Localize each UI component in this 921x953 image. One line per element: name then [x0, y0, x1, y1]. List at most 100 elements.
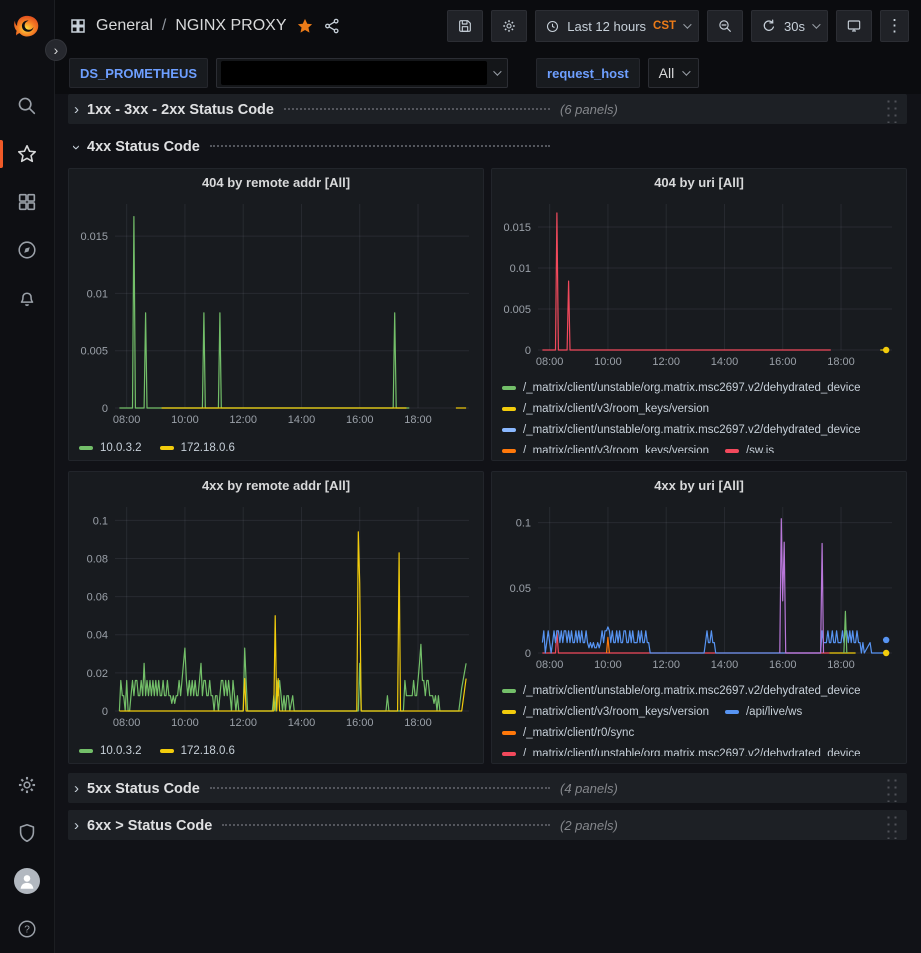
alerting-icon[interactable] — [0, 274, 55, 322]
svg-text:0.05: 0.05 — [510, 583, 531, 595]
avatar[interactable] — [0, 857, 55, 905]
zoom-out-button[interactable] — [707, 10, 743, 42]
request-host-variable-label[interactable]: request_host — [536, 58, 640, 88]
settings-icon[interactable] — [0, 761, 55, 809]
row-drag-handle[interactable] — [884, 96, 899, 123]
legend-item[interactable]: /_matrix/client/unstable/org.matrix.msc2… — [502, 743, 861, 756]
chevron-down-icon — [683, 20, 691, 28]
legend-swatch — [725, 710, 739, 714]
breadcrumb-folder[interactable]: General — [96, 17, 153, 35]
svg-text:16:00: 16:00 — [346, 717, 374, 729]
panel-404-by-uri: 404 by uri [All] 08:0010:0012:0014:0016:… — [491, 168, 907, 461]
svg-text:10:00: 10:00 — [171, 414, 199, 426]
help-icon[interactable]: ? — [0, 905, 55, 953]
breadcrumb-separator: / — [162, 17, 166, 35]
svg-text:18:00: 18:00 — [404, 717, 432, 729]
share-icon[interactable] — [323, 17, 341, 35]
legend-label: /_matrix/client/r0/sync — [523, 727, 634, 739]
legend-item[interactable]: /_matrix/client/v3/room_keys/version — [502, 440, 709, 453]
row-title: 4xx Status Code — [87, 139, 200, 155]
datasource-variable-select[interactable] — [216, 58, 508, 88]
request-host-variable-select[interactable]: All — [648, 58, 700, 88]
legend-item[interactable]: 172.18.0.6 — [160, 437, 235, 458]
svg-text:16:00: 16:00 — [346, 414, 374, 426]
legend-item[interactable]: /_matrix/client/unstable/org.matrix.msc2… — [502, 680, 861, 701]
legend-swatch — [502, 386, 516, 390]
svg-text:18:00: 18:00 — [404, 414, 432, 426]
legend-item[interactable]: /_matrix/client/v3/room_keys/version — [502, 398, 709, 419]
row-5xx[interactable]: › 5xx Status Code (4 panels) — [68, 773, 907, 803]
svg-text:0.01: 0.01 — [510, 263, 531, 275]
legend-item[interactable]: /_matrix/client/v3/room_keys/version — [502, 701, 709, 722]
server-admin-icon[interactable] — [0, 809, 55, 857]
panel-title[interactable]: 4xx by uri [All] — [492, 472, 906, 499]
legend-label: 172.18.0.6 — [181, 442, 235, 454]
legend-label: /_matrix/client/v3/room_keys/version — [523, 706, 709, 718]
redacted-value — [221, 61, 487, 85]
starred-dashboards-icon[interactable] — [0, 130, 55, 178]
timeseries-chart[interactable]: 08:0010:0012:0014:0016:0018:0000.020.040… — [71, 499, 477, 731]
panel-title[interactable]: 4xx by remote addr [All] — [69, 472, 483, 499]
svg-text:08:00: 08:00 — [536, 659, 564, 671]
legend-item[interactable]: /api/live/ws — [725, 701, 802, 722]
chevron-right-icon: › — [74, 817, 79, 834]
panel-title[interactable]: 404 by uri [All] — [492, 169, 906, 196]
panel-title[interactable]: 404 by remote addr [All] — [69, 169, 483, 196]
sidebar: ? — [0, 0, 55, 953]
legend-swatch — [160, 446, 174, 450]
explore-icon[interactable] — [0, 226, 55, 274]
legend-item[interactable]: /_matrix/client/r0/sync — [502, 722, 634, 743]
time-range-picker[interactable]: Last 12 hours CST — [535, 10, 699, 42]
sidebar-expand-button[interactable]: › — [45, 39, 67, 61]
dashboard-scroll-area: › 1xx - 3xx - 2xx Status Code (6 panels)… — [55, 94, 921, 847]
legend-item[interactable]: 172.18.0.6 — [160, 740, 235, 761]
legend-label: 10.0.3.2 — [100, 745, 142, 757]
dashboard-settings-button[interactable] — [491, 10, 527, 42]
legend-label: /sw.js — [746, 445, 774, 454]
legend-item[interactable]: 10.0.3.2 — [79, 740, 142, 761]
svg-text:16:00: 16:00 — [769, 659, 797, 671]
legend-label: 172.18.0.6 — [181, 745, 235, 757]
svg-text:08:00: 08:00 — [113, 717, 141, 729]
svg-text:14:00: 14:00 — [288, 414, 316, 426]
row-drag-handle[interactable] — [884, 775, 899, 802]
row-drag-handle[interactable] — [884, 812, 899, 839]
legend-swatch — [725, 449, 739, 453]
legend-label: /_matrix/client/unstable/org.matrix.msc2… — [523, 382, 861, 394]
legend-item[interactable]: /_matrix/client/unstable/org.matrix.msc2… — [502, 377, 861, 398]
cycle-view-button[interactable] — [836, 10, 872, 42]
refresh-button[interactable]: 30s — [751, 10, 828, 42]
dashboards-icon[interactable] — [0, 178, 55, 226]
panel-legend: /_matrix/client/unstable/org.matrix.msc2… — [492, 375, 906, 453]
page-title[interactable]: NGINX PROXY — [175, 17, 286, 35]
legend-swatch — [79, 446, 93, 450]
kebab-menu-button[interactable]: ⋮ — [880, 10, 909, 42]
timeseries-chart[interactable]: 08:0010:0012:0014:0016:0018:0000.0050.01… — [494, 196, 900, 370]
search-icon[interactable] — [0, 82, 55, 130]
row-4xx[interactable]: › 4xx Status Code — [68, 131, 907, 161]
svg-text:0.01: 0.01 — [87, 288, 108, 300]
panel-legend: 10.0.3.2 172.18.0.6 — [69, 736, 483, 761]
legend-swatch — [502, 731, 516, 735]
row-6xx[interactable]: › 6xx > Status Code (2 panels) — [68, 810, 907, 840]
row-1xx-3xx-2xx[interactable]: › 1xx - 3xx - 2xx Status Code (6 panels) — [68, 94, 907, 124]
legend-item[interactable]: /sw.js — [725, 440, 774, 453]
datasource-variable-label[interactable]: DS_PROMETHEUS — [69, 58, 208, 88]
timeseries-chart[interactable]: 08:0010:0012:0014:0016:0018:0000.0050.01… — [71, 196, 477, 428]
svg-text:12:00: 12:00 — [229, 414, 257, 426]
legend-label: /_matrix/client/unstable/org.matrix.msc2… — [523, 685, 861, 697]
save-dashboard-button[interactable] — [447, 10, 483, 42]
row-panel-count: (4 panels) — [560, 781, 618, 796]
timeseries-chart[interactable]: 08:0010:0012:0014:0016:0018:0000.050.1 — [494, 499, 900, 673]
legend-item[interactable]: 10.0.3.2 — [79, 437, 142, 458]
star-filled-icon[interactable] — [296, 17, 314, 35]
row-title: 6xx > Status Code — [87, 818, 212, 834]
svg-text:0.1: 0.1 — [93, 515, 108, 527]
chevron-down-icon — [812, 20, 820, 28]
svg-text:0.06: 0.06 — [87, 592, 108, 604]
legend-label: /_matrix/client/unstable/org.matrix.msc2… — [523, 424, 861, 436]
legend-item[interactable]: /_matrix/client/unstable/org.matrix.msc2… — [502, 419, 861, 440]
refresh-interval-label[interactable]: 30s — [784, 19, 805, 34]
legend-swatch — [502, 428, 516, 432]
svg-text:0.08: 0.08 — [87, 553, 108, 565]
